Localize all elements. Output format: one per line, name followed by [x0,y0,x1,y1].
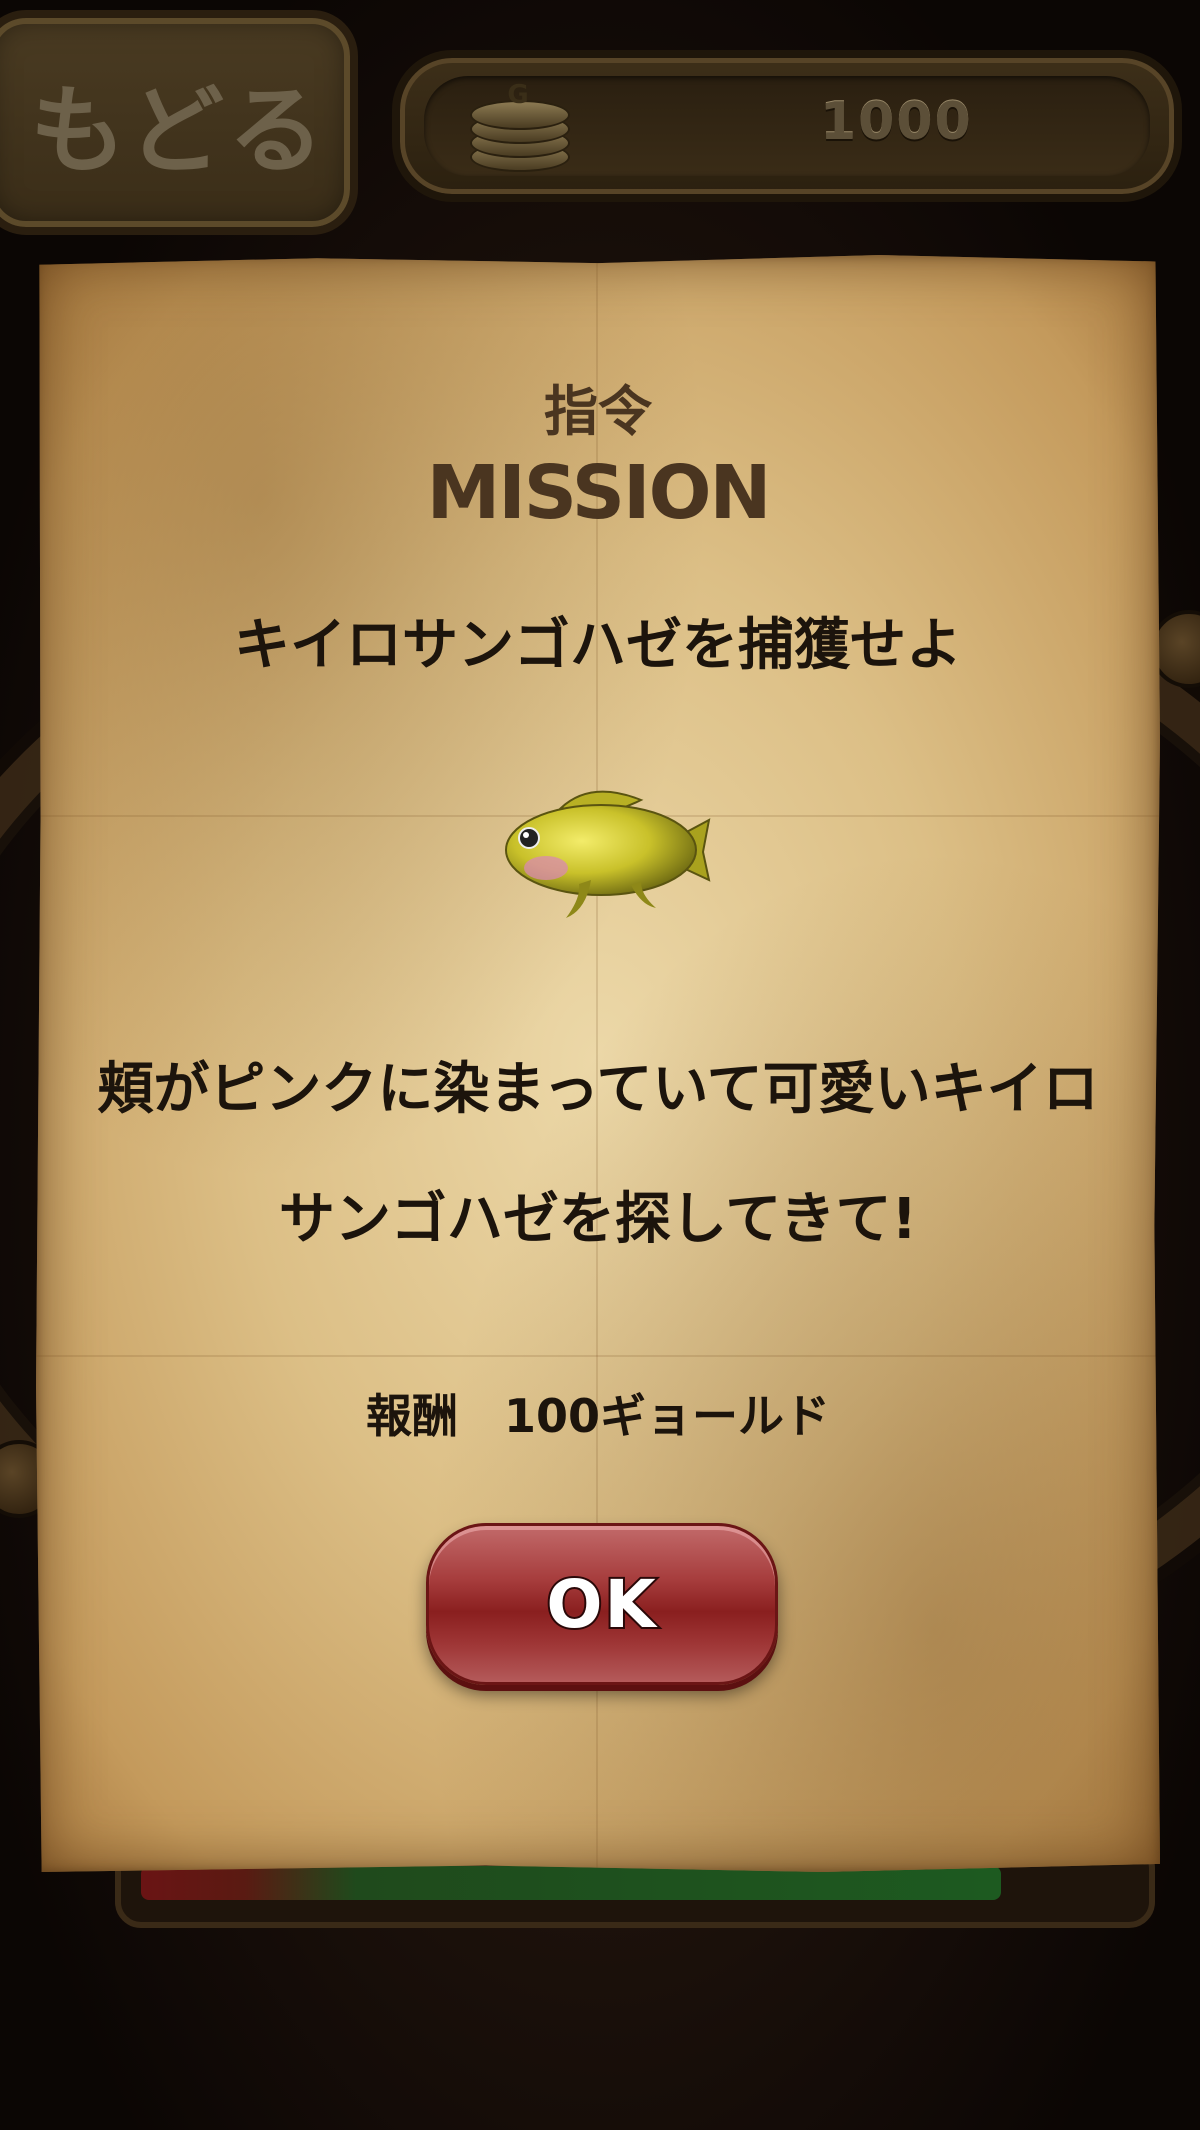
ok-button[interactable]: OK [426,1523,778,1685]
fish-icon [505,790,711,918]
mission-title-kanji: 指令 [544,379,652,443]
mission-title: MISSION [426,450,772,536]
coin-counter: G 1000 [392,50,1182,202]
coin-letter: G [507,80,529,110]
coin-amount: 1000 [820,92,973,152]
parchment-crease [36,1355,1160,1357]
back-button[interactable]: もどる [0,10,358,235]
ok-button-label: OK [544,1564,658,1645]
mission-target: キイロサンゴハゼを捕獲せよ [234,613,962,678]
back-button-label: もどる [29,75,329,187]
mission-description: 頬がピンクに染まっていて可愛いキイロサンゴハゼを探してきて! [97,1057,1099,1252]
progress-bar-fill [141,1866,1001,1900]
coin-stack-icon: G [470,80,570,172]
mission-reward: 報酬 100ギョールド [365,1389,831,1443]
mission-dialog: 指令 MISSION キイロサンゴハゼを捕獲せよ 頬がピンクに染まっていて可愛い… [36,255,1160,1872]
game-screen: もどる G 1000 指令 MISSION キイロサンゴハゼを捕獲せよ 頬がピン… [0,0,1200,2130]
